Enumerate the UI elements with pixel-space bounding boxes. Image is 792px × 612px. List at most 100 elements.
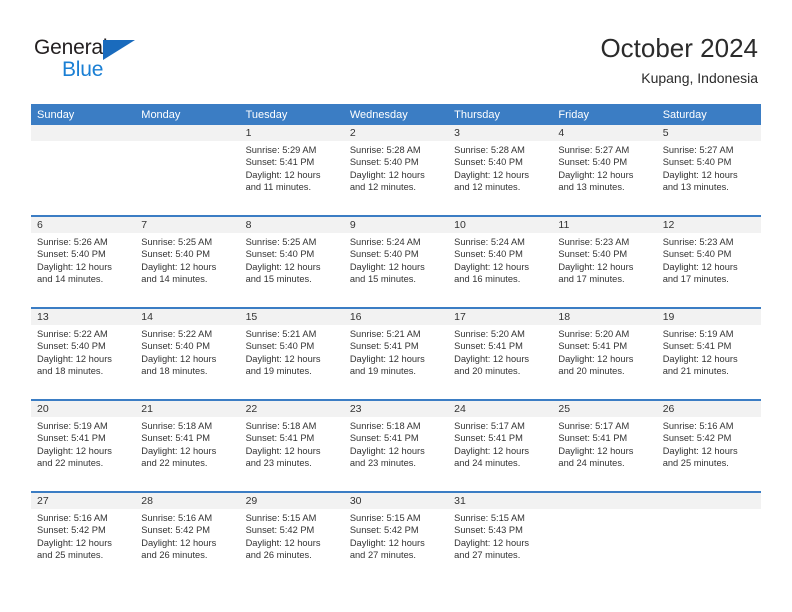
sunrise-text: Sunrise: 5:20 AM [454, 329, 525, 339]
calendar-day-cell[interactable]: 7 Sunrise: 5:25 AM Sunset: 5:40 PM Daylight… [135, 215, 240, 308]
daylight-text-line1: Daylight: 12 hours [454, 261, 530, 272]
day-number-band: 28 [135, 493, 240, 509]
calendar-day-cell[interactable]: 27 Sunrise: 5:16 AM Sunset: 5:42 PM Dayligh… [31, 491, 136, 583]
sunrise-text: Sunrise: 5:18 AM [141, 421, 213, 431]
sunset-text: Sunset: 5:42 PM [245, 525, 315, 536]
calendar-day-cell[interactable]: 2 Sunrise: 5:28 AM Sunset: 5:40 PM Daylight… [343, 125, 449, 216]
day-cell-inner: 23 Sunrise: 5:18 AM Sunset: 5:41 PM Dayligh… [343, 401, 449, 491]
calendar-day-cell[interactable]: 18 Sunrise: 5:20 AM Sunset: 5:41 PM Dayligh… [552, 307, 657, 400]
calendar-day-cell[interactable]: 26 Sunrise: 5:16 AM Sunset: 5:42 PM Dayligh… [656, 399, 761, 492]
sunset-text: Sunset: 5:42 PM [349, 525, 419, 536]
day-details: Sunrise: 5:21 AM Sunset: 5:41 PM Daylight:… [344, 325, 448, 377]
day-number-band: 23 [343, 401, 449, 417]
calendar-day-cell[interactable]: 24 Sunrise: 5:17 AM Sunset: 5:41 PM Dayligh… [448, 399, 553, 492]
calendar-day-cell[interactable]: 9 Sunrise: 5:24 AM Sunset: 5:40 PM Daylight… [343, 215, 449, 308]
calendar-day-cell[interactable]: 29 Sunrise: 5:15 AM Sunset: 5:42 PM Dayligh… [239, 491, 344, 583]
title-block: October 2024 Kupang, Indonesia [600, 32, 758, 88]
calendar-day-cell[interactable]: 11 Sunrise: 5:23 AM Sunset: 5:40 PM Dayligh… [552, 215, 657, 308]
weekday-header-friday: Friday [552, 104, 657, 125]
daylight-text-line1: Daylight: 12 hours [349, 169, 425, 180]
sunrise-text: Sunrise: 5:15 AM [349, 513, 421, 523]
calendar-day-cell[interactable]: 10 Sunrise: 5:24 AM Sunset: 5:40 PM Dayligh… [448, 215, 553, 308]
general-blue-logo[interactable]: General Blue [34, 36, 174, 84]
day-cell-inner: 6 Sunrise: 5:26 AM Sunset: 5:40 PM Daylight… [31, 217, 136, 307]
day-details: Sunrise: 5:27 AM Sunset: 5:40 PM Daylight:… [657, 141, 761, 193]
day-cell-inner: 15 Sunrise: 5:21 AM Sunset: 5:40 PM Dayligh… [239, 309, 344, 399]
calendar-day-cell[interactable]: 13 Sunrise: 5:22 AM Sunset: 5:40 PM Dayligh… [31, 307, 136, 400]
day-number: 22 [245, 403, 258, 415]
calendar-day-cell[interactable]: 8 Sunrise: 5:25 AM Sunset: 5:40 PM Daylight… [239, 215, 344, 308]
daylight-text-line2: and 19 minutes. [245, 365, 312, 376]
day-number-band: 22 [239, 401, 344, 417]
calendar-day-cell[interactable]: 4 Sunrise: 5:27 AM Sunset: 5:40 PM Daylight… [552, 125, 657, 216]
day-number: 31 [454, 495, 466, 507]
calendar-day-cell[interactable]: 22 Sunrise: 5:18 AM Sunset: 5:41 PM Dayligh… [239, 399, 344, 492]
calendar-day-cell[interactable]: 3 Sunrise: 5:28 AM Sunset: 5:40 PM Daylight… [448, 125, 553, 216]
daylight-text-line2: and 13 minutes. [662, 181, 729, 192]
calendar-header-row: Sunday Monday Tuesday Wednesday Thursday Frid… [31, 104, 761, 125]
sunset-text: Sunset: 5:40 PM [454, 249, 523, 260]
day-cell-inner: 28 Sunrise: 5:16 AM Sunset: 5:42 PM Dayligh… [135, 493, 240, 583]
calendar-day-cell[interactable]: 5 Sunrise: 5:27 AM Sunset: 5:40 PM Daylight… [656, 125, 761, 216]
daylight-text-line1: Daylight: 12 hours [245, 537, 321, 548]
calendar-day-cell[interactable]: 28 Sunrise: 5:16 AM Sunset: 5:42 PM Dayligh… [135, 491, 240, 583]
day-number-band: 12 [656, 217, 761, 233]
sunrise-text: Sunrise: 5:15 AM [245, 513, 317, 523]
day-details: Sunrise: 5:23 AM Sunset: 5:40 PM Daylight:… [552, 233, 656, 285]
day-number-band: 1 [239, 125, 344, 141]
calendar-day-cell[interactable]: 23 Sunrise: 5:18 AM Sunset: 5:41 PM Dayligh… [343, 399, 449, 492]
calendar-day-cell-empty [656, 491, 761, 583]
day-details: Sunrise: 5:20 AM Sunset: 5:41 PM Daylight:… [552, 325, 656, 377]
day-number-band: 25 [552, 401, 657, 417]
day-number: 17 [454, 311, 466, 323]
day-number: 24 [454, 403, 466, 415]
calendar-day-cell[interactable]: 25 Sunrise: 5:17 AM Sunset: 5:41 PM Dayligh… [552, 399, 657, 492]
page-subtitle-location: Kupang, Indonesia [641, 70, 758, 86]
calendar-day-cell[interactable]: 14 Sunrise: 5:22 AM Sunset: 5:40 PM Dayligh… [135, 307, 240, 400]
calendar-day-cell[interactable]: 21 Sunrise: 5:18 AM Sunset: 5:41 PM Dayligh… [135, 399, 240, 492]
daylight-text-line1: Daylight: 12 hours [349, 261, 425, 272]
daylight-text-line1: Daylight: 12 hours [349, 537, 425, 548]
sunset-text: Sunset: 5:40 PM [245, 341, 315, 352]
day-details: Sunrise: 5:28 AM Sunset: 5:40 PM Daylight:… [448, 141, 552, 193]
calendar-day-cell[interactable]: 16 Sunrise: 5:21 AM Sunset: 5:41 PM Dayligh… [343, 307, 449, 400]
sunset-text: Sunset: 5:43 PM [454, 525, 523, 536]
daylight-text-line1: Daylight: 12 hours [245, 353, 321, 364]
calendar-day-cell[interactable]: 6 Sunrise: 5:26 AM Sunset: 5:40 PM Daylight… [31, 215, 136, 308]
day-number-band: 19 [656, 309, 761, 325]
daylight-text-line1: Daylight: 12 hours [245, 445, 321, 456]
sunrise-text: Sunrise: 5:21 AM [349, 329, 421, 339]
sunrise-text: Sunrise: 5:25 AM [245, 237, 317, 247]
calendar-day-cell[interactable]: 1 Sunrise: 5:29 AM Sunset: 5:41 PM Daylight… [239, 125, 344, 216]
sunrise-text: Sunrise: 5:20 AM [558, 329, 630, 339]
sunrise-text: Sunrise: 5:16 AM [37, 513, 108, 523]
daylight-text-line2: and 22 minutes. [37, 457, 104, 468]
day-cell-inner: 17 Sunrise: 5:20 AM Sunset: 5:41 PM Dayligh… [448, 309, 553, 399]
sunrise-text: Sunrise: 5:27 AM [662, 145, 734, 155]
calendar-day-cell[interactable]: 19 Sunrise: 5:19 AM Sunset: 5:41 PM Dayligh… [656, 307, 761, 400]
calendar-day-cell[interactable]: 31 Sunrise: 5:15 AM Sunset: 5:43 PM Dayligh… [448, 491, 553, 583]
page-header: General Blue October 2024 Kupang, Indone… [0, 0, 792, 104]
calendar-day-cell[interactable]: 20 Sunrise: 5:19 AM Sunset: 5:41 PM Dayligh… [31, 399, 136, 492]
sunset-text: Sunset: 5:42 PM [141, 525, 211, 536]
calendar-day-cell[interactable]: 15 Sunrise: 5:21 AM Sunset: 5:40 PM Dayligh… [239, 307, 344, 400]
day-cell-inner: 24 Sunrise: 5:17 AM Sunset: 5:41 PM Dayligh… [448, 401, 553, 491]
calendar-day-cell[interactable]: 30 Sunrise: 5:15 AM Sunset: 5:42 PM Dayligh… [343, 491, 449, 583]
daylight-text-line1: Daylight: 12 hours [141, 537, 217, 548]
sunset-text: Sunset: 5:41 PM [349, 341, 419, 352]
sunset-text: Sunset: 5:40 PM [245, 249, 315, 260]
day-cell-inner: 13 Sunrise: 5:22 AM Sunset: 5:40 PM Dayligh… [31, 309, 136, 399]
logo-triangle-icon [103, 40, 135, 60]
day-number-band: 13 [31, 309, 136, 325]
day-cell-inner: 20 Sunrise: 5:19 AM Sunset: 5:41 PM Dayligh… [31, 401, 136, 491]
calendar-day-cell[interactable]: 17 Sunrise: 5:20 AM Sunset: 5:41 PM Dayligh… [448, 307, 553, 400]
sunset-text: Sunset: 5:40 PM [454, 157, 523, 168]
daylight-text-line2: and 17 minutes. [558, 273, 625, 284]
sunset-text: Sunset: 5:40 PM [37, 341, 106, 352]
calendar-page: General Blue October 2024 Kupang, Indone… [0, 0, 792, 612]
daylight-text-line1: Daylight: 12 hours [37, 445, 112, 456]
calendar-day-cell[interactable]: 12 Sunrise: 5:23 AM Sunset: 5:40 PM Dayligh… [656, 215, 761, 308]
sunset-text: Sunset: 5:40 PM [662, 157, 732, 168]
daylight-text-line1: Daylight: 12 hours [141, 353, 217, 364]
day-number-band [552, 493, 657, 509]
